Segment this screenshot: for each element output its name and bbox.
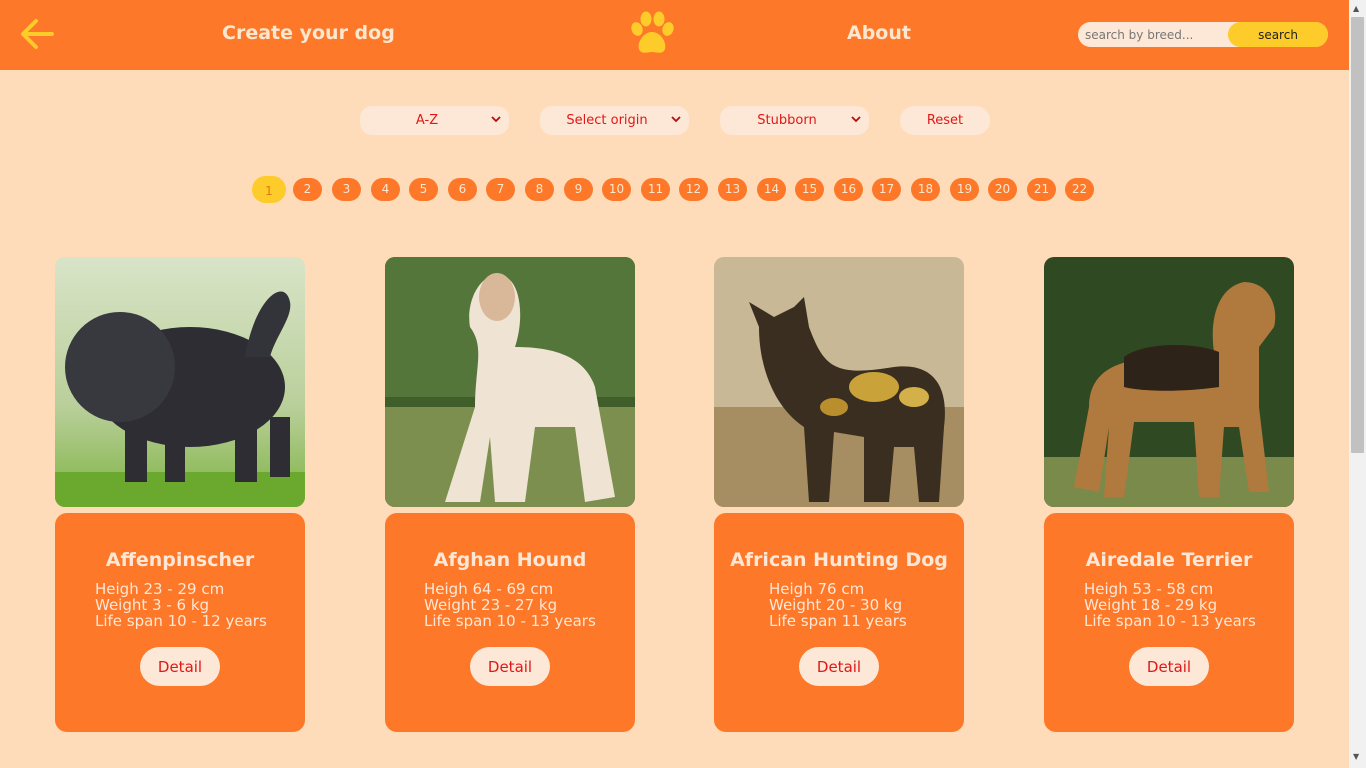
page-button[interactable]: 11 bbox=[641, 178, 670, 201]
page-button[interactable]: 3 bbox=[332, 178, 361, 201]
page-button[interactable]: 18 bbox=[911, 178, 940, 201]
dog-card: Affenpinscher Heigh 23 - 29 cm Weight 3 … bbox=[55, 513, 305, 732]
page-button[interactable]: 15 bbox=[795, 178, 824, 201]
dog-height: Heigh 23 - 29 cm bbox=[95, 580, 225, 598]
dog-stats: Heigh 23 - 29 cm Weight 3 - 6 kg Life sp… bbox=[95, 581, 267, 629]
sort-select-value: A-Z bbox=[415, 113, 439, 128]
dog-weight: Weight 23 - 27 kg bbox=[424, 596, 558, 614]
page-button[interactable]: 12 bbox=[679, 178, 708, 201]
page-button[interactable]: 21 bbox=[1027, 178, 1056, 201]
page-button[interactable]: 13 bbox=[718, 178, 747, 201]
page-button[interactable]: 5 bbox=[409, 178, 438, 201]
dog-card: Airedale Terrier Heigh 53 - 58 cm Weight… bbox=[1044, 513, 1294, 732]
vertical-scrollbar[interactable]: ▲ ▼ bbox=[1349, 0, 1366, 768]
page-button[interactable]: 6 bbox=[448, 178, 477, 201]
navbar: Create your dog About search bbox=[0, 0, 1349, 70]
page-button[interactable]: 19 bbox=[950, 178, 979, 201]
detail-button[interactable]: Detail bbox=[799, 647, 879, 686]
dog-stats: Heigh 64 - 69 cm Weight 23 - 27 kg Life … bbox=[424, 581, 596, 629]
dog-photo bbox=[385, 257, 635, 507]
dog-height: Heigh 64 - 69 cm bbox=[424, 580, 554, 598]
origin-select-value: Select origin bbox=[566, 113, 648, 128]
scroll-down-arrow-icon[interactable]: ▼ bbox=[1353, 752, 1359, 761]
dog-stats: Heigh 53 - 58 cm Weight 18 - 29 kg Life … bbox=[1084, 581, 1256, 629]
dog-image[interactable] bbox=[1044, 257, 1294, 507]
dog-life-span: Life span 10 - 12 years bbox=[95, 612, 267, 630]
reset-button[interactable]: Reset bbox=[900, 106, 990, 135]
dog-image[interactable] bbox=[714, 257, 964, 507]
detail-button[interactable]: Detail bbox=[140, 647, 220, 686]
page-button[interactable]: 8 bbox=[525, 178, 554, 201]
search-input[interactable] bbox=[1078, 22, 1230, 47]
origin-select[interactable]: Select origin bbox=[540, 106, 689, 135]
dog-stats: Heigh 76 cm Weight 20 - 30 kg Life span … bbox=[769, 581, 907, 629]
paw-icon[interactable] bbox=[628, 11, 676, 57]
search-button[interactable]: search bbox=[1228, 22, 1328, 47]
page-button[interactable]: 1 bbox=[252, 176, 286, 203]
nav-about-link[interactable]: About bbox=[847, 22, 911, 44]
page-button[interactable]: 22 bbox=[1065, 178, 1094, 201]
dog-life-span: Life span 11 years bbox=[769, 612, 907, 630]
page-button[interactable]: 20 bbox=[988, 178, 1017, 201]
temperament-select[interactable]: Stubborn bbox=[720, 106, 869, 135]
dog-name: Airedale Terrier bbox=[1085, 549, 1253, 571]
page-button[interactable]: 14 bbox=[757, 178, 786, 201]
chevron-down-icon bbox=[851, 116, 861, 123]
dog-name: Affenpinscher bbox=[105, 549, 255, 571]
temperament-select-value: Stubborn bbox=[757, 113, 817, 128]
dog-weight: Weight 3 - 6 kg bbox=[95, 596, 210, 614]
page-button[interactable]: 10 bbox=[602, 178, 631, 201]
pagination: 1 2 3 4 5 6 7 8 9 10 11 12 13 14 15 16 1… bbox=[0, 176, 1349, 203]
dog-card: Afghan Hound Heigh 64 - 69 cm Weight 23 … bbox=[385, 513, 635, 732]
page-button[interactable]: 4 bbox=[371, 178, 400, 201]
dog-photo bbox=[55, 257, 305, 507]
dog-image[interactable] bbox=[55, 257, 305, 507]
chevron-down-icon bbox=[491, 116, 501, 123]
dog-weight: Weight 18 - 29 kg bbox=[1084, 596, 1218, 614]
dog-height: Heigh 76 cm bbox=[769, 580, 865, 598]
dog-card: African Hunting Dog Heigh 76 cm Weight 2… bbox=[714, 513, 964, 732]
nav-create-dog-link[interactable]: Create your dog bbox=[222, 22, 395, 44]
dog-height: Heigh 53 - 58 cm bbox=[1084, 580, 1214, 598]
dog-name: African Hunting Dog bbox=[730, 549, 948, 571]
dog-photo bbox=[714, 257, 964, 507]
page-button[interactable]: 9 bbox=[564, 178, 593, 201]
page-button[interactable]: 17 bbox=[872, 178, 901, 201]
search-bar: search bbox=[1078, 22, 1328, 47]
page-button[interactable]: 2 bbox=[293, 178, 322, 201]
dog-life-span: Life span 10 - 13 years bbox=[424, 612, 596, 630]
arrow-left-icon[interactable] bbox=[18, 16, 56, 52]
dog-photo bbox=[1044, 257, 1294, 507]
chevron-down-icon bbox=[671, 116, 681, 123]
page-button[interactable]: 7 bbox=[486, 178, 515, 201]
scroll-up-arrow-icon[interactable]: ▲ bbox=[1353, 4, 1359, 13]
dog-image[interactable] bbox=[385, 257, 635, 507]
dog-weight: Weight 20 - 30 kg bbox=[769, 596, 903, 614]
dog-name: Afghan Hound bbox=[433, 549, 587, 571]
detail-button[interactable]: Detail bbox=[470, 647, 550, 686]
detail-button[interactable]: Detail bbox=[1129, 647, 1209, 686]
scrollbar-thumb[interactable] bbox=[1351, 17, 1364, 453]
dog-life-span: Life span 10 - 13 years bbox=[1084, 612, 1256, 630]
sort-select[interactable]: A-Z bbox=[360, 106, 509, 135]
page-button[interactable]: 16 bbox=[834, 178, 863, 201]
